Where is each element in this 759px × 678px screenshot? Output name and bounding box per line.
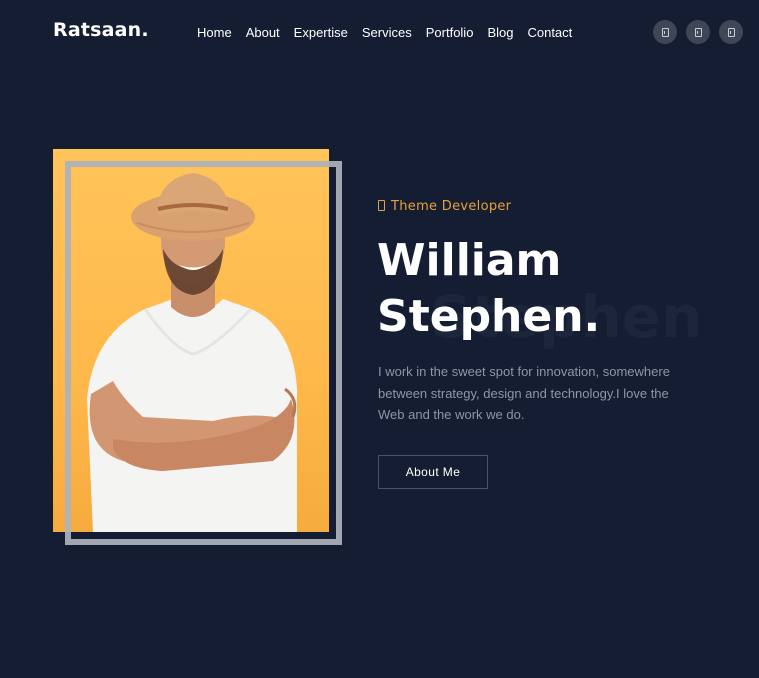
social-links [653,20,743,44]
main-nav: Home About Expertise Services Portfolio … [190,24,579,42]
nav-contact[interactable]: Contact [520,24,579,42]
social-button-3[interactable] [719,20,743,44]
nav-blog[interactable]: Blog [480,24,520,42]
site-logo[interactable]: Ratsaan. [53,19,149,41]
nav-services[interactable]: Services [355,24,419,42]
nav-portfolio[interactable]: Portfolio [419,24,481,42]
hero-name-line1: William [377,235,562,286]
social-icon-1 [661,27,669,37]
page: Ratsaan. Home About Expertise Services P… [0,0,759,678]
profile-photo-block [53,149,342,545]
nav-about[interactable]: About [239,24,287,42]
hero-name-line2: Stephen. [377,291,601,342]
role-title: Theme Developer [391,199,512,214]
hero-name: William Stephen. [377,233,600,345]
nav-home[interactable]: Home [190,24,239,42]
role-line: Theme Developer [378,199,511,214]
device-icon [378,200,385,211]
social-button-1[interactable] [653,20,677,44]
about-me-button[interactable]: About Me [378,455,488,489]
photo-frame [65,161,342,545]
social-button-2[interactable] [686,20,710,44]
hero-bio: I work in the sweet spot for innovation,… [378,364,670,422]
social-icon-2 [694,27,702,37]
social-icon-3 [727,27,735,37]
nav-expertise[interactable]: Expertise [287,24,355,42]
